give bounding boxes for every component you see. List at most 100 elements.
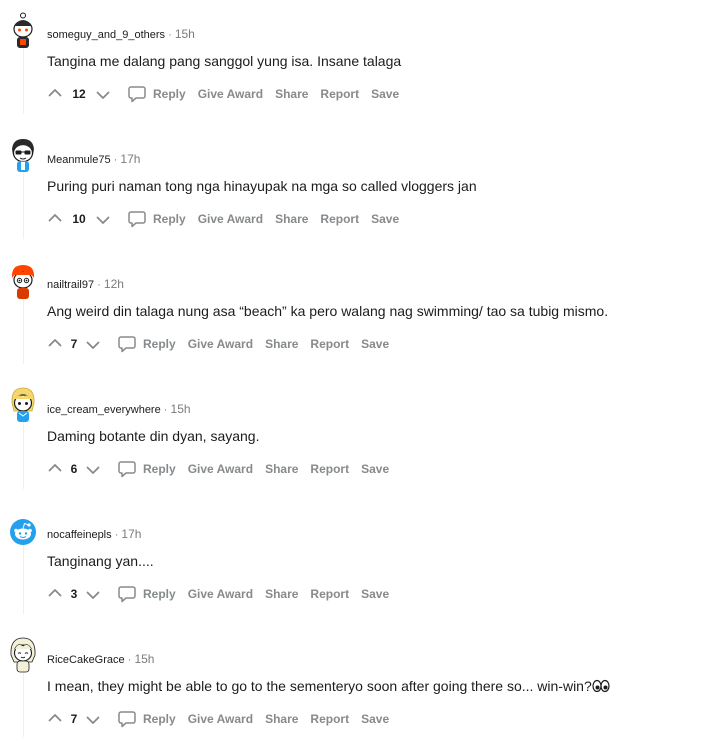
upvote-arrow-icon[interactable] xyxy=(47,711,63,727)
downvote-arrow-icon[interactable] xyxy=(85,336,101,352)
upvote-arrow-icon[interactable] xyxy=(47,211,63,227)
share-button[interactable]: Share xyxy=(275,212,308,226)
save-button[interactable]: Save xyxy=(371,87,399,101)
comment-body: Ang weird din talaga nung asa “beach” ka… xyxy=(47,303,609,319)
vote-score: 3 xyxy=(70,587,78,601)
save-button[interactable]: Save xyxy=(361,587,389,601)
vote-score: 12 xyxy=(72,87,86,101)
save-button[interactable]: Save xyxy=(361,337,389,351)
speech-bubble-icon xyxy=(117,709,137,729)
reply-button[interactable]: Reply xyxy=(117,334,176,354)
comment: nailtrail97 · 12h Ang weird din talaga n… xyxy=(0,250,727,375)
timestamp[interactable]: 17h xyxy=(120,152,140,166)
upvote-arrow-icon[interactable] xyxy=(47,461,63,477)
share-button[interactable]: Share xyxy=(275,87,308,101)
comment-actions: 7 Reply Give Award Share Report Save xyxy=(47,709,389,729)
report-button[interactable]: Report xyxy=(310,462,349,476)
username[interactable]: Meanmule75 xyxy=(47,154,111,166)
downvote-arrow-icon[interactable] xyxy=(85,586,101,602)
separator-dot: · xyxy=(127,654,132,666)
comment-meta: someguy_and_9_others · 15h xyxy=(47,27,195,41)
speech-bubble-icon xyxy=(117,584,137,604)
snoo-blonde-avatar[interactable] xyxy=(9,385,37,423)
share-button[interactable]: Share xyxy=(265,712,298,726)
thread-line[interactable] xyxy=(23,294,24,364)
comment-body: Tangina me dalang pang sanggol yung isa.… xyxy=(47,53,402,69)
downvote-arrow-icon[interactable] xyxy=(85,711,101,727)
give-award-button[interactable]: Give Award xyxy=(188,337,253,351)
thread-line[interactable] xyxy=(23,669,24,737)
timestamp[interactable]: 15h xyxy=(175,27,195,41)
timestamp[interactable]: 17h xyxy=(121,527,141,541)
reply-button[interactable]: Reply xyxy=(127,84,186,104)
upvote-arrow-icon[interactable] xyxy=(47,336,63,352)
downvote-arrow-icon[interactable] xyxy=(95,211,111,227)
upvote-arrow-icon[interactable] xyxy=(47,86,63,102)
reply-label: Reply xyxy=(143,587,176,601)
separator-dot: · xyxy=(113,154,118,166)
reply-button[interactable]: Reply xyxy=(117,709,176,729)
reply-label: Reply xyxy=(153,212,186,226)
separator-dot: · xyxy=(97,279,101,291)
give-award-button[interactable]: Give Award xyxy=(198,212,263,226)
reply-button[interactable]: Reply xyxy=(117,459,176,479)
speech-bubble-icon xyxy=(117,459,137,479)
save-button[interactable]: Save xyxy=(361,712,389,726)
thread-line[interactable] xyxy=(23,44,24,114)
comment-meta: nailtrail97 · 12h xyxy=(47,277,124,291)
speech-bubble-icon xyxy=(127,84,147,104)
report-button[interactable]: Report xyxy=(320,87,359,101)
speech-bubble-icon xyxy=(117,334,137,354)
upvote-arrow-icon[interactable] xyxy=(47,586,63,602)
username[interactable]: nocaffeinepls xyxy=(47,529,112,541)
eyes-emoji-icon xyxy=(592,679,610,697)
downvote-arrow-icon[interactable] xyxy=(85,461,101,477)
vote-score: 7 xyxy=(70,337,78,351)
username[interactable]: someguy_and_9_others xyxy=(47,29,165,41)
give-award-button[interactable]: Give Award xyxy=(188,587,253,601)
snoo-default-blue-avatar[interactable] xyxy=(9,518,37,556)
comment: RiceCakeGrace · 15h I mean, they might b… xyxy=(0,625,727,750)
share-button[interactable]: Share xyxy=(265,462,298,476)
thread-line[interactable] xyxy=(23,169,24,239)
speech-bubble-icon xyxy=(127,209,147,229)
save-button[interactable]: Save xyxy=(361,462,389,476)
report-button[interactable]: Report xyxy=(310,587,349,601)
give-award-button[interactable]: Give Award xyxy=(188,462,253,476)
comment: ice_cream_everywhere · 15h Daming botant… xyxy=(0,375,727,500)
comment-body: Tanginang yan.... xyxy=(47,553,154,569)
report-button[interactable]: Report xyxy=(310,712,349,726)
snoo-orange-hair-avatar[interactable] xyxy=(9,262,37,300)
save-button[interactable]: Save xyxy=(371,212,399,226)
snoo-beanie-avatar[interactable] xyxy=(9,12,37,50)
reply-label: Reply xyxy=(143,712,176,726)
report-button[interactable]: Report xyxy=(320,212,359,226)
share-button[interactable]: Share xyxy=(265,587,298,601)
separator-dot: · xyxy=(114,529,119,541)
comment-meta: Meanmule75 · 17h xyxy=(47,152,140,166)
comment-actions: 7 Reply Give Award Share Report Save xyxy=(47,334,389,354)
give-award-button[interactable]: Give Award xyxy=(198,87,263,101)
username[interactable]: RiceCakeGrace xyxy=(47,654,125,666)
snoo-white-hair-avatar[interactable] xyxy=(9,635,37,673)
reply-label: Reply xyxy=(143,337,176,351)
reply-button[interactable]: Reply xyxy=(127,209,186,229)
timestamp[interactable]: 15h xyxy=(171,402,191,416)
downvote-arrow-icon[interactable] xyxy=(95,86,111,102)
comment-body-text: I mean, they might be able to go to the … xyxy=(47,678,592,694)
reply-button[interactable]: Reply xyxy=(117,584,176,604)
snoo-sunglasses-avatar[interactable] xyxy=(9,135,37,173)
comment-actions: 10 Reply Give Award Share Report Save xyxy=(47,209,399,229)
timestamp[interactable]: 12h xyxy=(104,277,124,291)
username[interactable]: ice_cream_everywhere xyxy=(47,404,161,416)
username[interactable]: nailtrail97 xyxy=(47,279,94,291)
comment-body: I mean, they might be able to go to the … xyxy=(47,677,610,697)
separator-dot: · xyxy=(163,404,168,416)
comment-meta: ice_cream_everywhere · 15h xyxy=(47,402,191,416)
comment-meta: RiceCakeGrace · 15h xyxy=(47,652,154,666)
timestamp[interactable]: 15h xyxy=(134,652,154,666)
share-button[interactable]: Share xyxy=(265,337,298,351)
thread-line[interactable] xyxy=(23,419,24,489)
give-award-button[interactable]: Give Award xyxy=(188,712,253,726)
report-button[interactable]: Report xyxy=(310,337,349,351)
